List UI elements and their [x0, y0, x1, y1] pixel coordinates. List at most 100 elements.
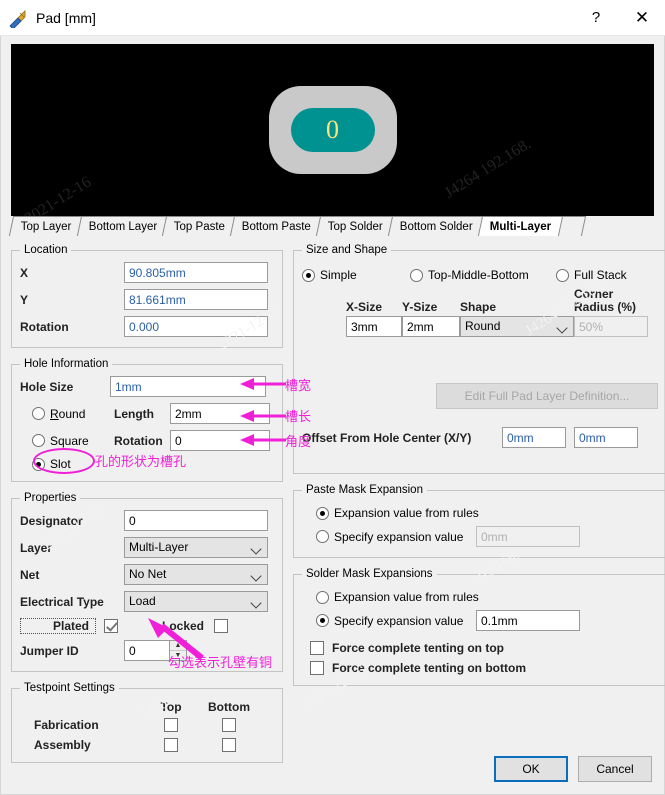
cancel-button[interactable]: Cancel	[578, 756, 652, 782]
pad-designator-label: 0	[326, 117, 339, 143]
assembly-top-checkbox[interactable]	[164, 738, 178, 752]
radio-dot	[316, 530, 329, 543]
locked-checkbox[interactable]	[214, 619, 228, 633]
spin-up-icon[interactable]: ▲	[170, 641, 186, 651]
jumper-id-stepper[interactable]: ▲ ▼	[124, 640, 187, 661]
hole-size-input[interactable]	[110, 376, 266, 397]
hole-size-row: Hole Size	[20, 376, 274, 397]
shape-select[interactable]: Round	[460, 316, 574, 337]
dialog-body: 2021-12-16 J4264 192.168. 0 Top Layer Bo…	[0, 36, 665, 795]
tab-label: Top Paste	[174, 221, 225, 233]
layer-select-wrap: Multi-Layer	[124, 537, 268, 558]
offset-x-input[interactable]	[502, 427, 566, 448]
testpoint-fabrication-row: Fabrication	[20, 718, 274, 732]
jumper-id-spin-buttons[interactable]: ▲ ▼	[170, 640, 187, 661]
radio-simple[interactable]: Simple	[302, 268, 410, 282]
tab-top-layer[interactable]: Top Layer	[9, 216, 84, 236]
tab-top-paste[interactable]: Top Paste	[162, 216, 237, 236]
hole-rotation-label: Rotation	[114, 434, 170, 448]
radio-hole-slot[interactable]: Slot	[32, 457, 114, 471]
y-size-header: Y-Size	[402, 300, 460, 314]
assembly-bottom-checkbox[interactable]	[222, 738, 236, 752]
radio-paste-specify[interactable]: Specify expansion value	[316, 530, 476, 544]
pad-preview: 2021-12-16 J4264 192.168. 0	[11, 44, 654, 216]
pad-slot-inner: 0	[291, 108, 375, 152]
tenting-top-checkbox[interactable]	[310, 641, 324, 655]
close-icon[interactable]: ✕	[619, 0, 665, 35]
shape-header: Shape	[460, 300, 574, 314]
properties-legend: Properties	[20, 492, 80, 504]
tab-multi-layer[interactable]: Multi-Layer	[478, 216, 564, 236]
layer-label: Layer	[20, 541, 124, 555]
radio-label: Square	[50, 434, 89, 448]
x-size-header: X-Size	[346, 300, 402, 314]
radio-solder-specify[interactable]: Specify expansion value	[316, 614, 476, 628]
jumper-id-input[interactable]	[124, 640, 170, 661]
net-select[interactable]: No Net	[124, 564, 268, 585]
radio-solder-from-rules[interactable]: Expansion value from rules	[316, 590, 479, 604]
radio-dot	[410, 269, 423, 282]
radio-label: Top-Middle-Bottom	[428, 268, 529, 282]
edit-full-pad-row: Edit Full Pad Layer Definition...	[302, 383, 658, 409]
radio-label: Expansion value from rules	[334, 590, 479, 604]
right-column: Size and Shape Simple Top-Middle-Bottom …	[293, 244, 665, 763]
tab-top-solder[interactable]: Top Solder	[316, 216, 395, 236]
corner-radius-header: Corner Radius (%)	[574, 288, 658, 314]
testpoint-assembly-row: Assembly	[20, 738, 274, 752]
paste-mask-legend: Paste Mask Expansion	[302, 484, 427, 496]
layer-tabs: Top Layer Bottom Layer Top Paste Bottom …	[11, 216, 654, 236]
hole-information-legend: Hole Information	[20, 358, 112, 370]
radio-top-middle-bottom[interactable]: Top-Middle-Bottom	[410, 268, 556, 282]
radio-dot	[32, 458, 45, 471]
tenting-bottom-checkbox[interactable]	[310, 661, 324, 675]
radio-hole-square[interactable]: Square	[32, 434, 114, 448]
tab-label: Multi-Layer	[490, 221, 551, 233]
layer-select[interactable]: Multi-Layer	[124, 537, 268, 558]
tab-label: Bottom Layer	[88, 221, 156, 233]
hole-rotation-input[interactable]	[170, 430, 270, 451]
net-row: Net No Net	[20, 564, 274, 585]
electrical-type-select[interactable]: Load	[124, 591, 268, 612]
radio-paste-from-rules[interactable]: Expansion value from rules	[316, 506, 479, 520]
hole-shape-round-row: RRoundound Length	[20, 403, 274, 424]
tenting-top-row: Force complete tenting on top	[302, 641, 658, 655]
designator-input[interactable]	[124, 510, 268, 531]
jumper-id-label: Jumper ID	[20, 644, 124, 658]
fabrication-bottom-checkbox[interactable]	[222, 718, 236, 732]
radio-label: Simple	[320, 268, 357, 282]
solder-from-rules-row: Expansion value from rules	[302, 590, 658, 604]
x-size-input[interactable]	[346, 316, 402, 337]
fabrication-top-checkbox[interactable]	[164, 718, 178, 732]
tab-bottom-solder[interactable]: Bottom Solder	[388, 216, 485, 236]
electrical-type-row: Electrical Type Load	[20, 591, 274, 612]
offset-y-input[interactable]	[574, 427, 638, 448]
offset-label: Offset From Hole Center (X/Y)	[302, 431, 502, 445]
radio-hole-round[interactable]: RRoundound	[32, 407, 114, 421]
hole-length-input[interactable]	[170, 403, 270, 424]
size-table-value-row: Round	[302, 316, 658, 337]
testpoint-header-row: Top Bottom	[20, 700, 274, 714]
location-x-input[interactable]	[124, 262, 268, 283]
location-rotation-input[interactable]	[124, 316, 268, 337]
solder-specify-input[interactable]	[476, 610, 580, 631]
radio-label: Slot	[50, 457, 71, 471]
tab-bottom-layer[interactable]: Bottom Layer	[76, 216, 169, 236]
y-size-input[interactable]	[402, 316, 460, 337]
paste-mask-expansion-group: Paste Mask Expansion Expansion value fro…	[293, 484, 665, 558]
edit-full-pad-layer-definition-button[interactable]: Edit Full Pad Layer Definition...	[436, 383, 658, 409]
plated-checkbox[interactable]	[104, 619, 118, 633]
plated-locked-row: Plated Locked	[20, 618, 274, 634]
help-button[interactable]: ?	[573, 0, 619, 35]
radio-full-stack[interactable]: Full Stack	[556, 268, 627, 282]
jumper-id-row: Jumper ID ▲ ▼	[20, 640, 274, 661]
location-y-input[interactable]	[124, 289, 268, 310]
window-title: Pad [mm]	[36, 10, 96, 26]
net-label: Net	[20, 568, 124, 582]
tab-bottom-paste[interactable]: Bottom Paste	[230, 216, 323, 236]
location-legend: Location	[20, 244, 71, 256]
solder-specify-row: Specify expansion value	[302, 610, 658, 631]
paste-specify-input[interactable]	[476, 526, 580, 547]
ok-button[interactable]: OK	[494, 756, 568, 782]
corner-radius-input[interactable]	[574, 316, 648, 337]
spin-down-icon[interactable]: ▼	[170, 651, 186, 660]
